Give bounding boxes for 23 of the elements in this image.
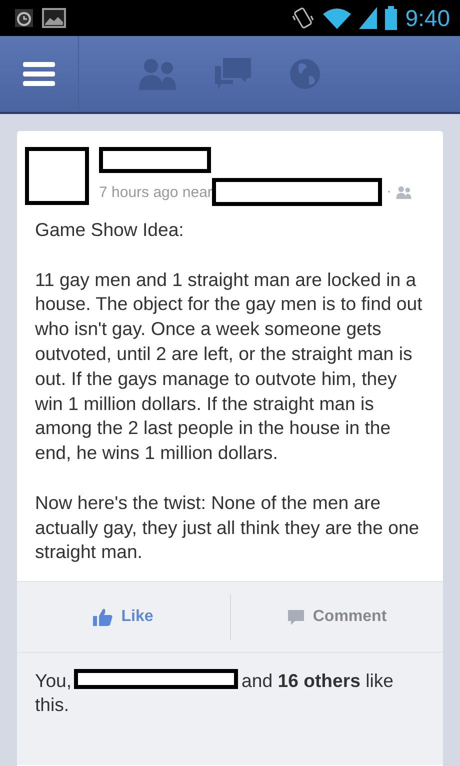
friends-icon[interactable] — [139, 58, 177, 90]
image-icon — [42, 8, 66, 28]
chat-icon[interactable] — [215, 58, 251, 90]
thumbs-up-icon — [93, 607, 114, 628]
vibrate-icon — [291, 6, 316, 30]
likes-summary: You, and 16 others like this. — [35, 669, 395, 718]
speech-bubble-icon — [286, 608, 305, 626]
like-button[interactable]: Like — [17, 594, 230, 640]
wifi-icon — [323, 7, 352, 29]
comment-button[interactable]: Comment — [230, 594, 443, 640]
globe-icon[interactable] — [289, 58, 321, 90]
post-paragraph: Game Show Idea: — [35, 218, 185, 242]
post-paragraph: Now here's the twist: None of the men are actually gay, they just all think they are the one straight man. — [35, 490, 420, 564]
battery-icon — [385, 6, 398, 30]
post-timestamp: 7 hours ago near — [99, 184, 212, 200]
menu-icon[interactable] — [23, 62, 55, 86]
alarm-clock-icon — [14, 8, 34, 28]
redaction-box — [25, 147, 89, 205]
status-time: 9:40 — [405, 4, 450, 32]
separator-dot: · — [386, 183, 392, 201]
signal-icon — [359, 7, 378, 29]
friends-icon — [396, 186, 412, 198]
post-paragraph: 11 gay men and 1 straight man are locked in a house. The object for the gay men is to find out who isn't gay. Once a week someone gets outvoted, until 2 are left, or the straight man is out. If the gays manage to outvote him, they win 1 million dollars. If the straight man is among the 2 last people in the house in the end, he wins 1 million dollars. — [35, 268, 424, 466]
